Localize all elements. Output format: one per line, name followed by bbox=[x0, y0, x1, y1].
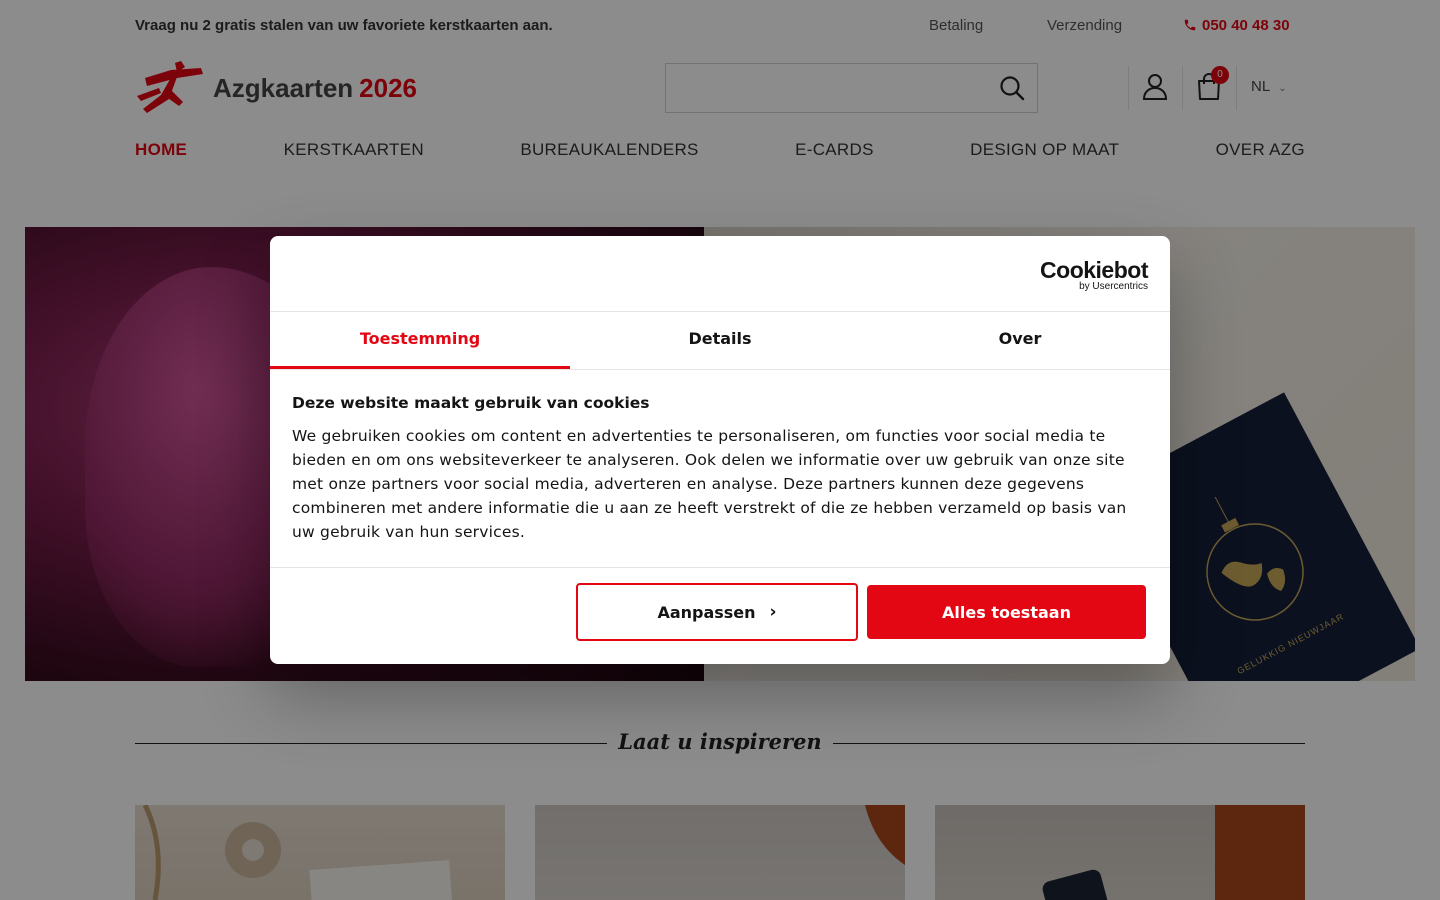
dialog-tabs: Toestemming Details Over bbox=[270, 312, 1170, 370]
dialog-body: Deze website maakt gebruik van cookies W… bbox=[270, 370, 1170, 568]
cookiebot-logo: Cookiebot by Usercentrics bbox=[1040, 258, 1148, 292]
tab-details[interactable]: Details bbox=[570, 312, 870, 369]
tab-over[interactable]: Over bbox=[870, 312, 1170, 369]
customize-button-label: Aanpassen bbox=[657, 602, 756, 622]
cookiebot-logo-main: Cookiebot bbox=[1040, 257, 1148, 283]
dialog-description: We gebruiken cookies om content en adver… bbox=[292, 427, 1127, 541]
dialog-header: Cookiebot by Usercentrics bbox=[270, 236, 1170, 312]
allow-all-button[interactable]: Alles toestaan bbox=[867, 585, 1146, 639]
chevron-right-icon: › bbox=[769, 602, 777, 622]
cookiebot-logo-sub: by Usercentrics bbox=[1079, 281, 1148, 292]
dialog-heading: Deze website maakt gebruik van cookies bbox=[292, 394, 650, 412]
customize-button[interactable]: Aanpassen › bbox=[576, 583, 858, 641]
cookie-consent-dialog: Cookiebot by Usercentrics Toestemming De… bbox=[270, 236, 1170, 664]
tab-toestemming[interactable]: Toestemming bbox=[270, 312, 570, 369]
dialog-footer: Aanpassen › Alles toestaan bbox=[270, 568, 1170, 664]
